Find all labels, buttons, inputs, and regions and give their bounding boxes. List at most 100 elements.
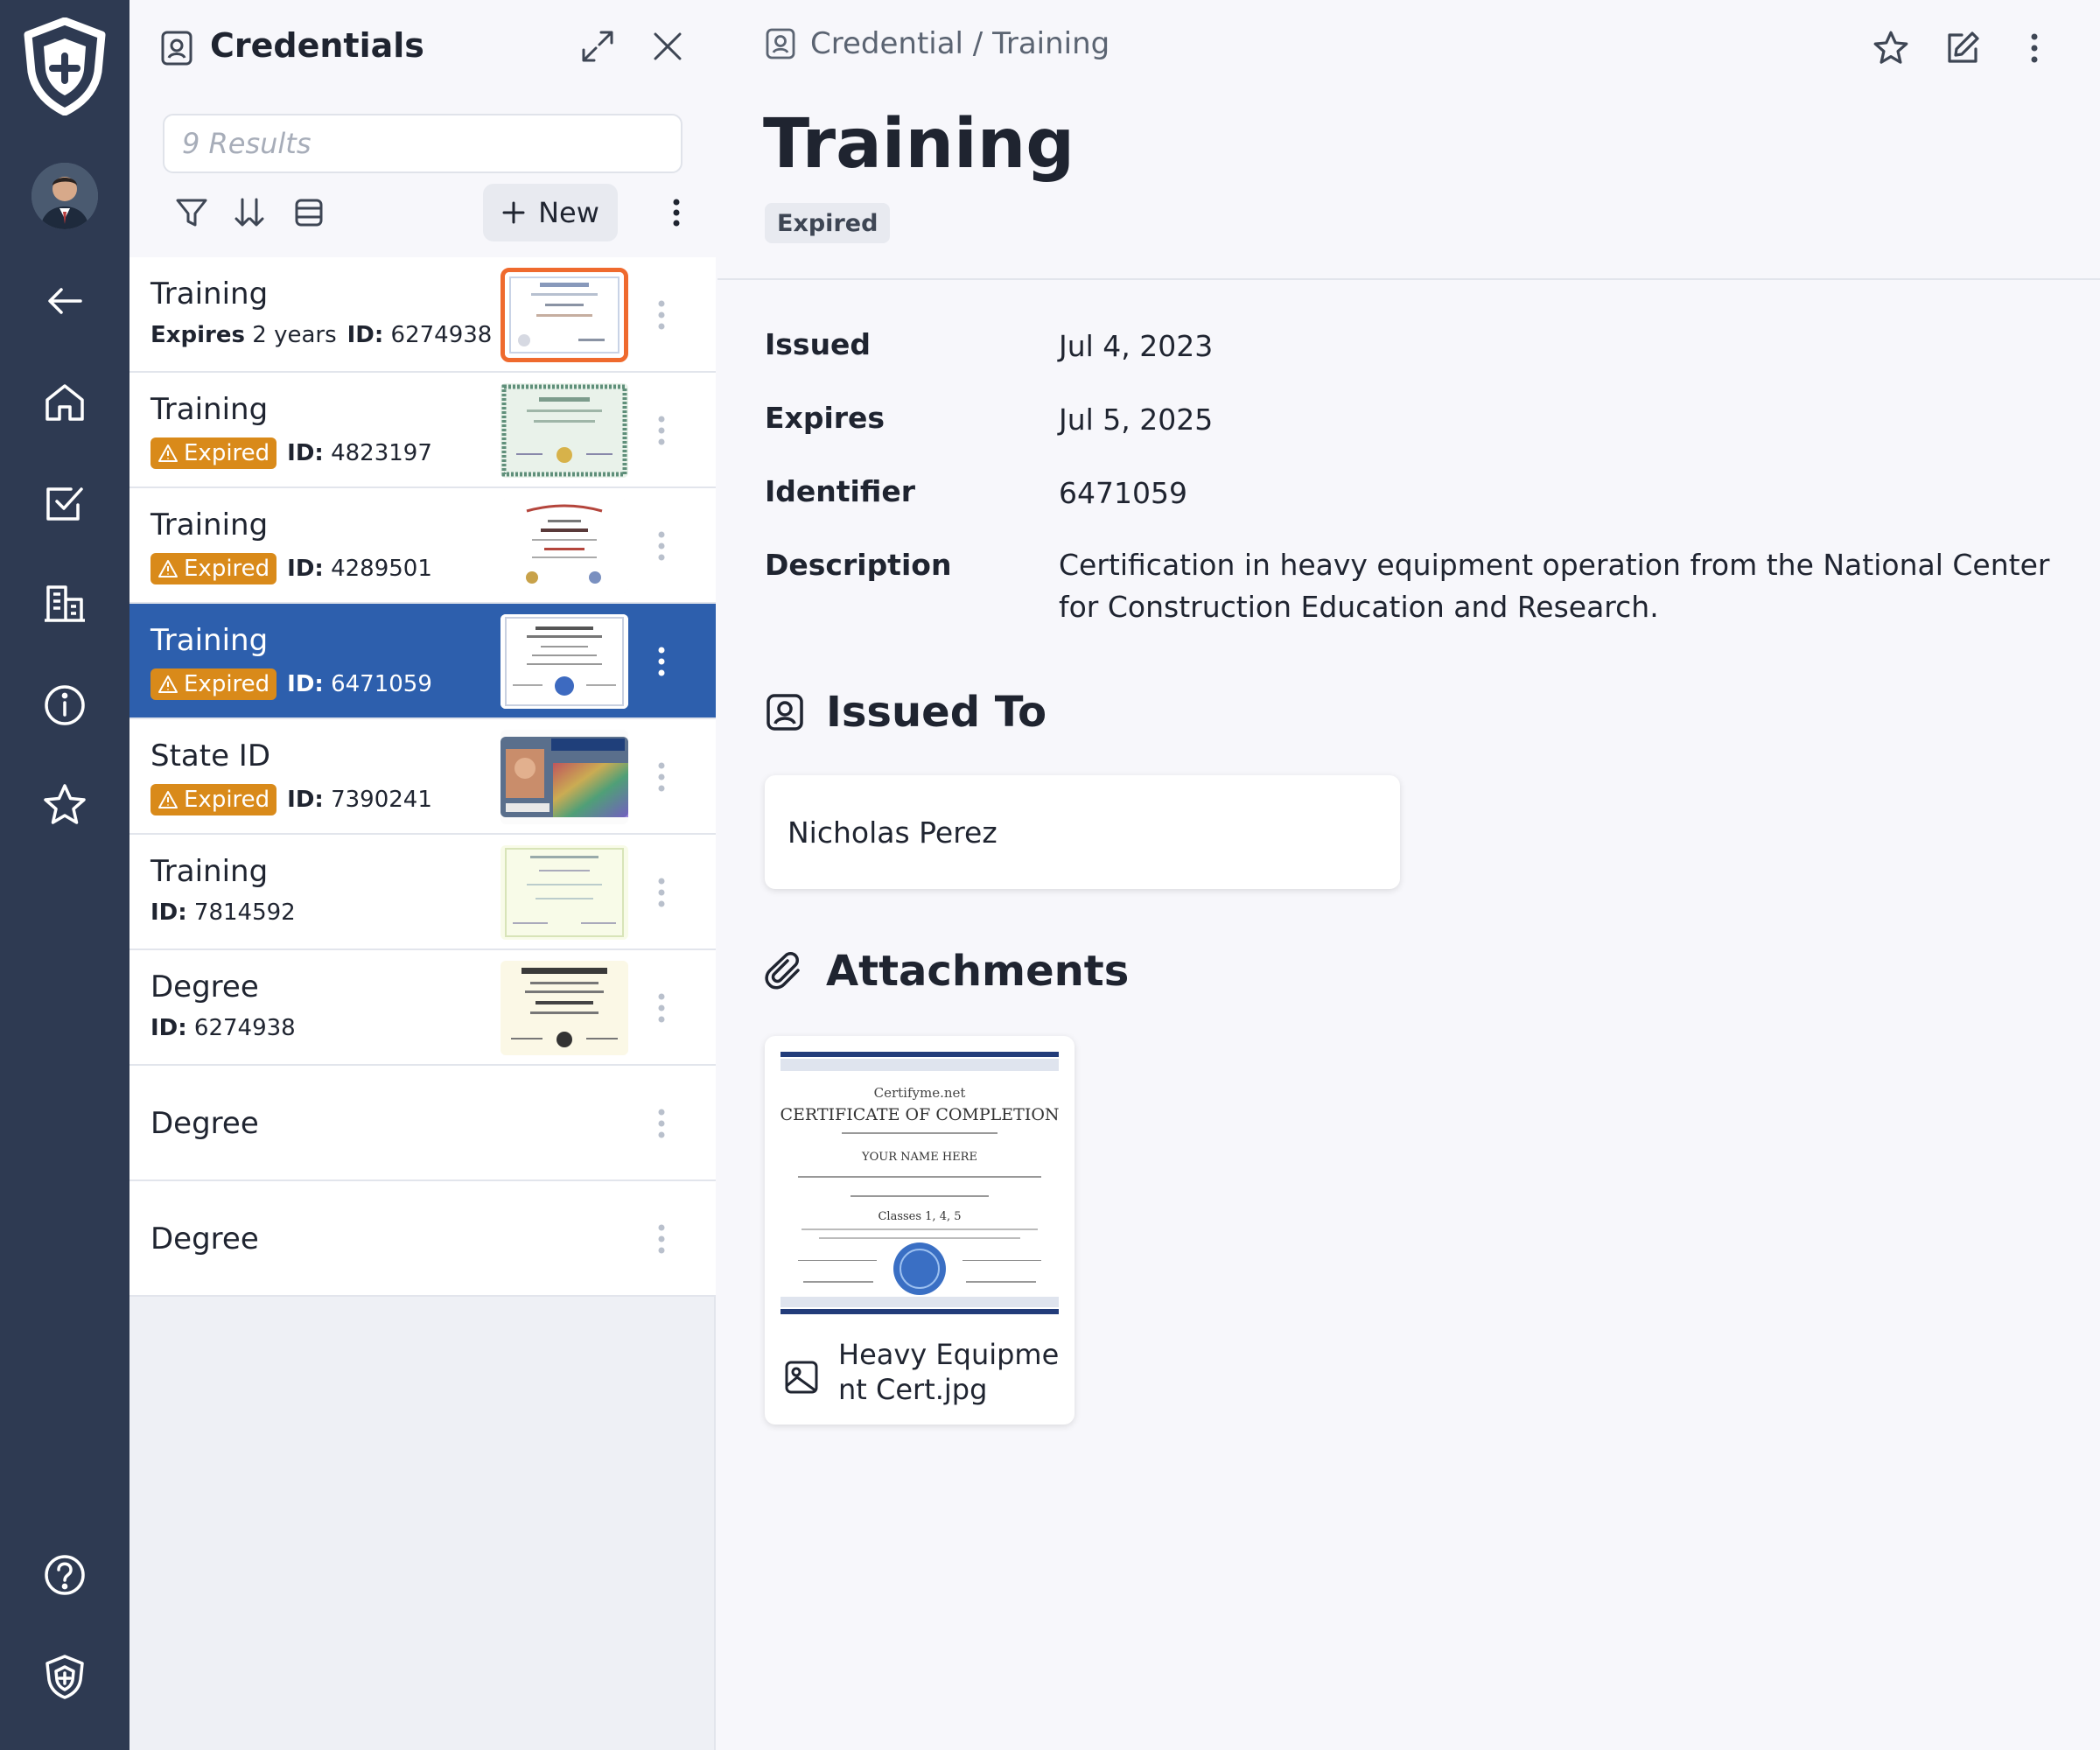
id-badge-icon — [161, 31, 192, 66]
more-vertical-icon — [658, 1224, 665, 1254]
sort-button[interactable] — [228, 191, 271, 234]
attachment-filename: Heavy Equipment Cert.jpg — [838, 1338, 1060, 1406]
nav-help[interactable] — [0, 1540, 130, 1610]
building-icon — [45, 585, 85, 622]
more-vertical-icon — [658, 993, 665, 1023]
sort-icon — [234, 198, 264, 227]
item-more-button[interactable] — [644, 1101, 679, 1146]
cert-title: CERTIFICATE OF COMPLETION — [780, 1105, 1059, 1124]
list-item[interactable]: State ID Expired ID: 7390241 — [130, 719, 716, 835]
expires-label: Expires — [150, 322, 245, 348]
identifier-label: Identifier — [765, 474, 915, 508]
close-button[interactable] — [648, 26, 688, 66]
arrow-left-icon — [48, 288, 82, 314]
list-panel-title: Credentials — [210, 26, 424, 65]
info-icon — [45, 685, 85, 725]
detail-more-button[interactable] — [2012, 26, 2056, 70]
status-badge: Expired — [765, 203, 891, 243]
breadcrumb-text[interactable]: Credential / Training — [810, 26, 1110, 61]
list-item[interactable]: Degree ID: 6274938 — [130, 950, 716, 1066]
edit-icon — [1948, 32, 1979, 63]
item-more-button[interactable] — [644, 639, 679, 684]
issued-to-heading: Issued To — [765, 688, 1046, 737]
expires-value: 2 years — [252, 322, 337, 348]
item-id: 7814592 — [193, 900, 296, 926]
credential-list: Training Expires 2 years ID: 6274938 Tra… — [130, 257, 716, 1297]
list-item[interactable]: Training Expired ID: 4289501 — [130, 488, 716, 604]
item-meta: ID: 7814592 — [150, 900, 296, 926]
more-vertical-icon — [658, 647, 665, 676]
item-more-button[interactable] — [644, 985, 679, 1031]
nav-info[interactable] — [0, 670, 130, 740]
list-item[interactable]: Degree — [130, 1181, 716, 1297]
item-more-button[interactable] — [644, 523, 679, 569]
issued-value: Jul 4, 2023 — [1059, 329, 1214, 363]
filter-button[interactable] — [170, 191, 214, 234]
search-input[interactable] — [163, 114, 682, 173]
image-file-icon — [785, 1361, 818, 1394]
list-item[interactable]: Degree — [130, 1066, 716, 1181]
nav-favorites[interactable] — [0, 770, 130, 840]
identifier-value: 6471059 — [1059, 476, 1187, 510]
app-logo[interactable] — [0, 16, 130, 117]
item-meta: Expires 2 years ID: 6274938 — [150, 322, 492, 348]
list-item[interactable]: Training Expires 2 years ID: 6274938 — [130, 257, 716, 373]
user-avatar[interactable] — [32, 163, 98, 229]
back-button[interactable] — [0, 266, 130, 336]
filter-icon — [176, 199, 207, 227]
expired-badge: Expired — [150, 553, 277, 584]
nav-home[interactable] — [0, 368, 130, 438]
id-label: ID: — [287, 671, 324, 697]
star-icon — [44, 784, 86, 824]
favorite-button[interactable] — [1869, 26, 1913, 70]
more-vertical-icon — [658, 416, 665, 445]
avatar-image — [32, 163, 98, 229]
id-badge-icon — [766, 28, 795, 60]
breadcrumb: Credential / Training — [765, 26, 1110, 61]
warning-icon — [158, 444, 178, 462]
item-more-button[interactable] — [644, 1216, 679, 1262]
item-id: 6471059 — [331, 671, 432, 697]
item-more-button[interactable] — [644, 870, 679, 915]
attachment-card[interactable]: Certifyme.net CERTIFICATE OF COMPLETION … — [765, 1036, 1074, 1424]
app-rail — [0, 0, 130, 1750]
issued-to-card[interactable]: Nicholas Perez — [765, 775, 1400, 889]
list-more-button[interactable] — [654, 191, 698, 234]
list-item-selected[interactable]: Training Expired ID: 6471059 — [130, 604, 716, 719]
more-vertical-icon — [658, 878, 665, 907]
nav-organization[interactable] — [0, 569, 130, 639]
plus-icon — [502, 201, 525, 224]
expired-badge: Expired — [150, 784, 277, 816]
item-title: Degree — [150, 1222, 259, 1256]
item-more-button[interactable] — [644, 754, 679, 800]
list-item[interactable]: Training Expired ID: 4823197 — [130, 373, 716, 488]
issued-to-heading-text: Issued To — [826, 688, 1047, 737]
expand-button[interactable] — [578, 26, 618, 66]
expires-label: Expires — [765, 401, 886, 435]
item-title: Training — [150, 623, 269, 658]
credential-thumbnail — [500, 268, 628, 362]
credential-thumbnail — [500, 730, 628, 824]
edit-button[interactable] — [1941, 26, 1984, 70]
item-id: 6274938 — [193, 1015, 296, 1041]
header-divider — [718, 278, 2100, 280]
item-id: 7390241 — [331, 787, 432, 813]
item-title: Degree — [150, 1106, 259, 1141]
id-label: ID: — [287, 440, 324, 466]
item-id: 4289501 — [331, 556, 432, 582]
expired-label: Expired — [184, 671, 270, 697]
nav-tasks[interactable] — [0, 469, 130, 539]
item-title: Training — [150, 508, 269, 542]
cert-classes: Classes 1, 4, 5 — [878, 1210, 961, 1223]
view-toggle-button[interactable] — [287, 191, 331, 234]
item-more-button[interactable] — [644, 292, 679, 338]
list-item[interactable]: Training ID: 7814592 — [130, 835, 716, 950]
list-panel-header: Credentials New — [130, 0, 716, 257]
item-title: State ID — [150, 738, 271, 774]
nav-shield[interactable] — [0, 1642, 130, 1712]
id-label: ID: — [150, 1015, 187, 1041]
item-more-button[interactable] — [644, 408, 679, 453]
warning-icon — [158, 791, 178, 808]
expires-value: Jul 5, 2025 — [1059, 402, 1214, 437]
new-credential-button[interactable]: New — [483, 184, 618, 242]
